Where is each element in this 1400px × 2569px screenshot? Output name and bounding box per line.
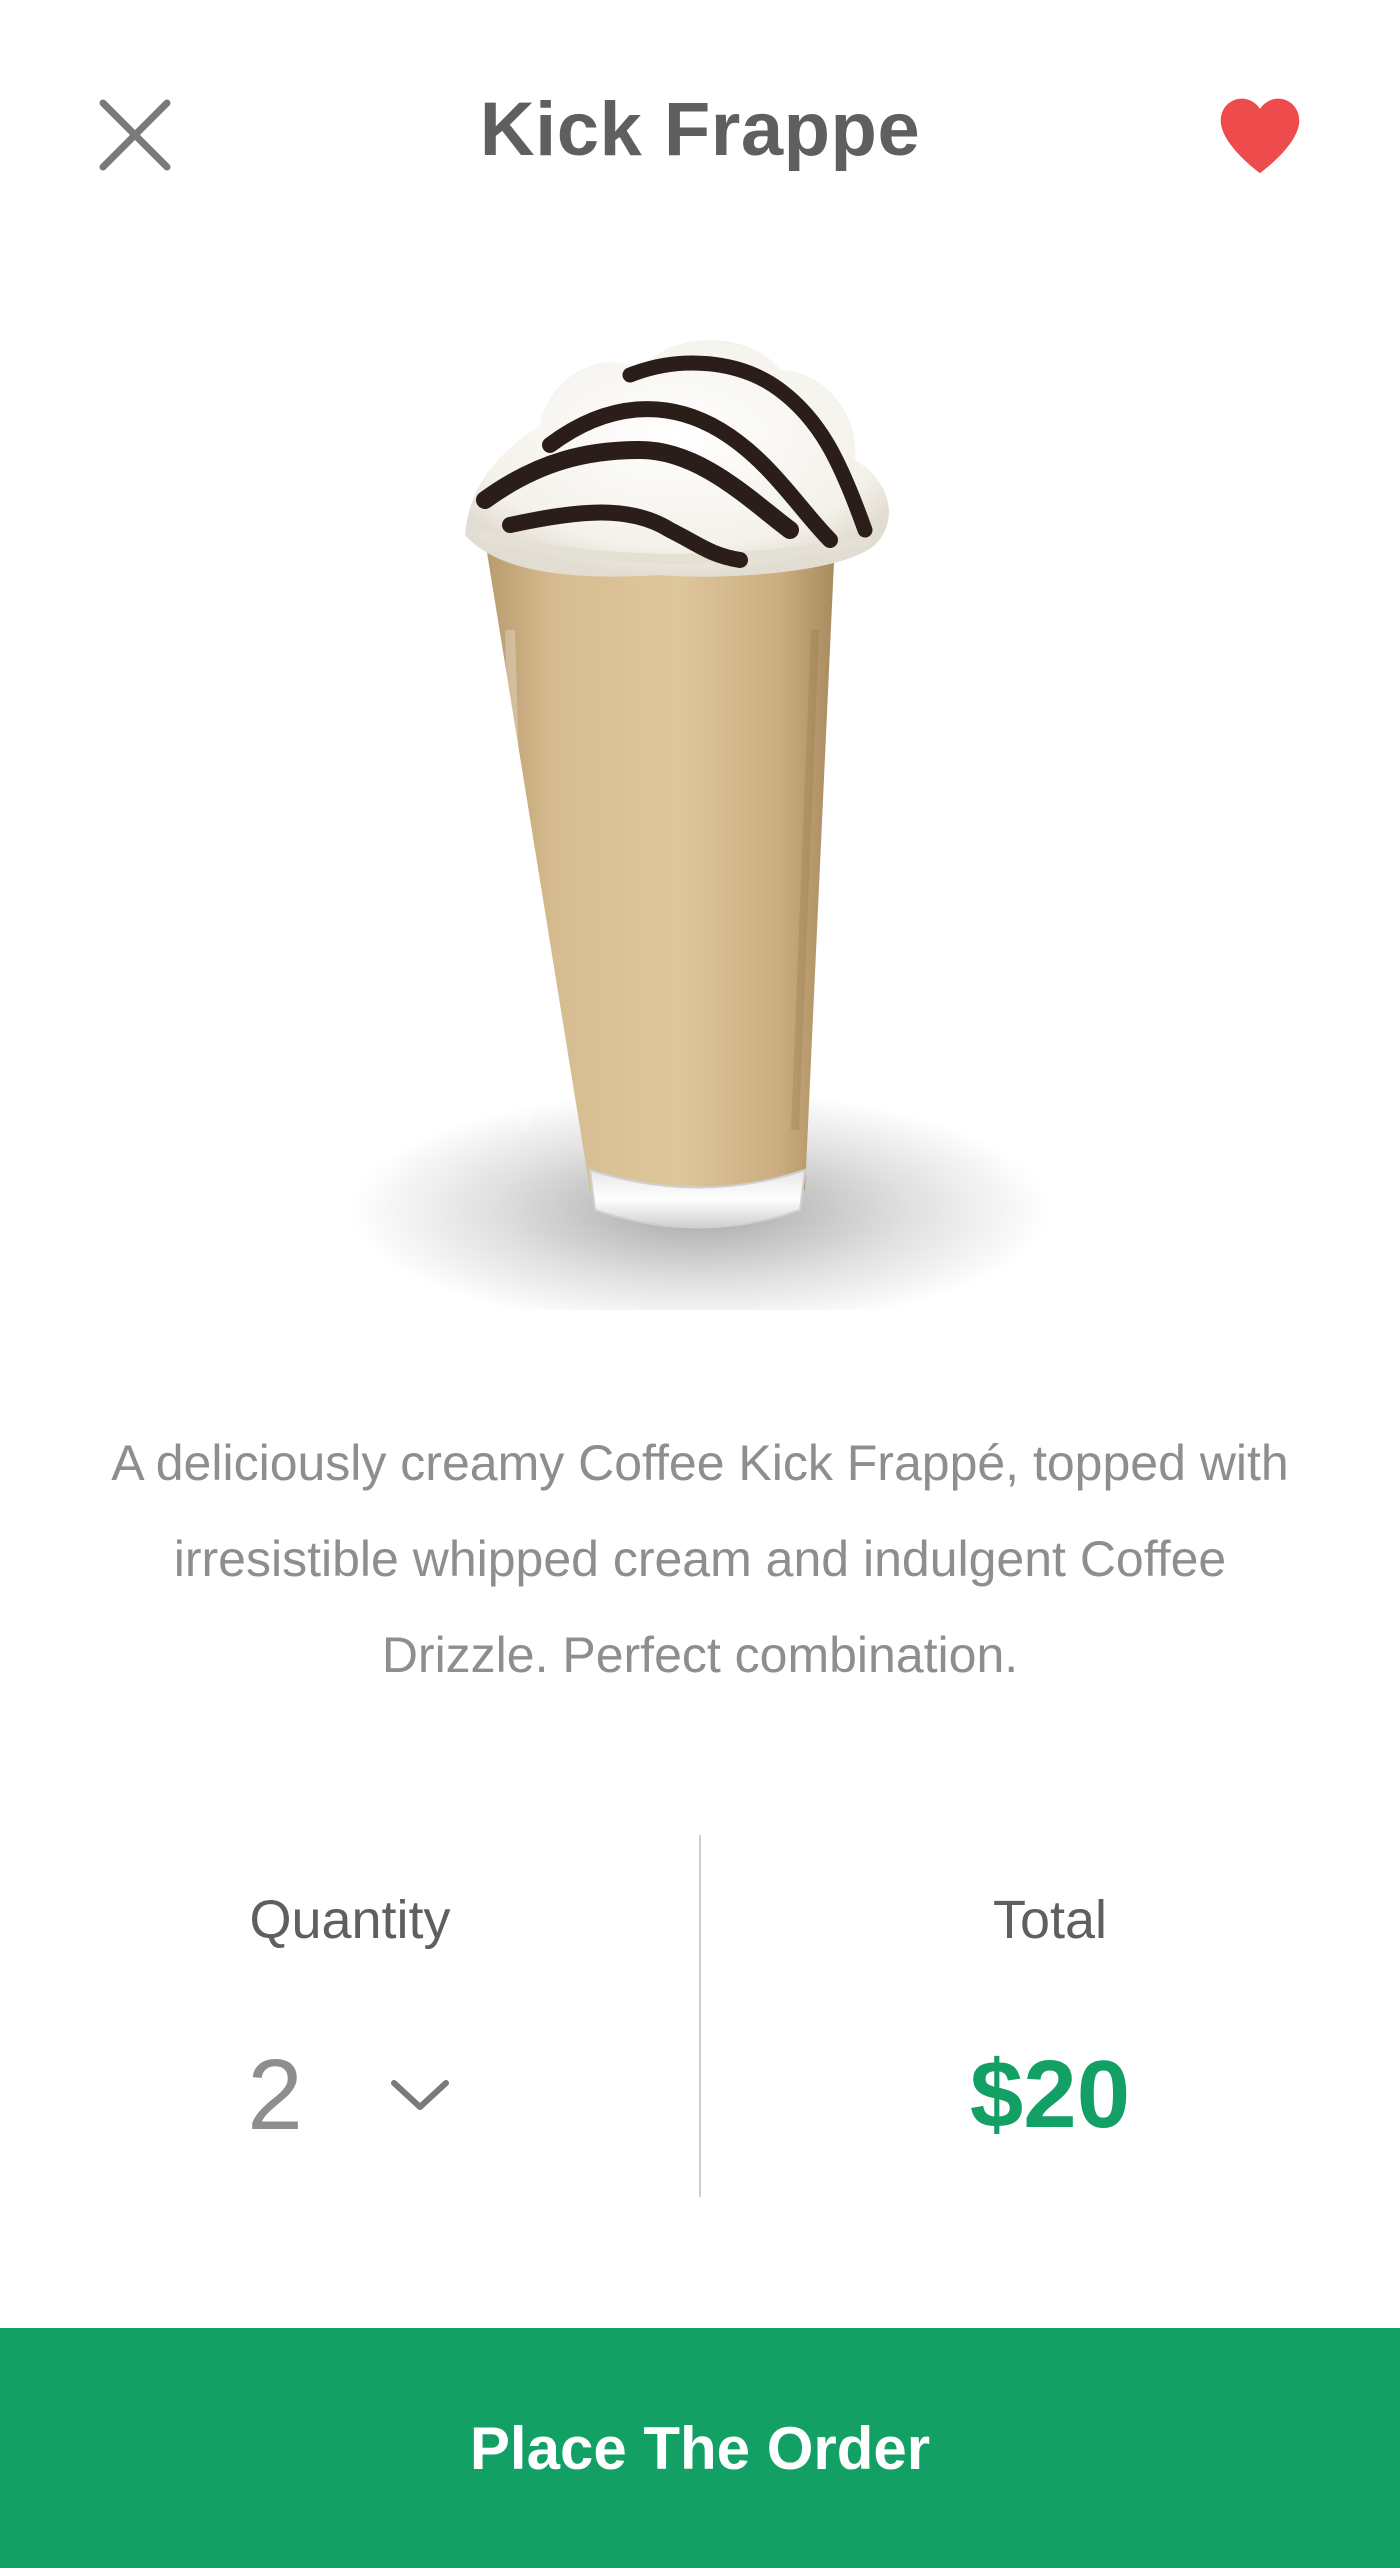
- quantity-dropdown[interactable]: 2: [220, 2030, 480, 2160]
- quantity-value: 2: [247, 2039, 303, 2151]
- heart-icon: [1220, 98, 1300, 174]
- header: Kick Frappe: [0, 0, 1400, 260]
- page-title: Kick Frappe: [479, 87, 921, 172]
- product-image: [350, 340, 1050, 1310]
- favorite-button[interactable]: [1205, 85, 1315, 185]
- total-label: Total: [992, 1890, 1108, 1950]
- total-price: $20: [969, 2041, 1131, 2148]
- place-order-button[interactable]: Place The Order: [0, 2328, 1400, 2568]
- chevron-down-icon: [390, 2077, 450, 2113]
- product-description: A deliciously creamy Coffee Kick Frappé,…: [111, 1435, 1289, 1683]
- quantity-label: Quantity: [249, 1890, 451, 1950]
